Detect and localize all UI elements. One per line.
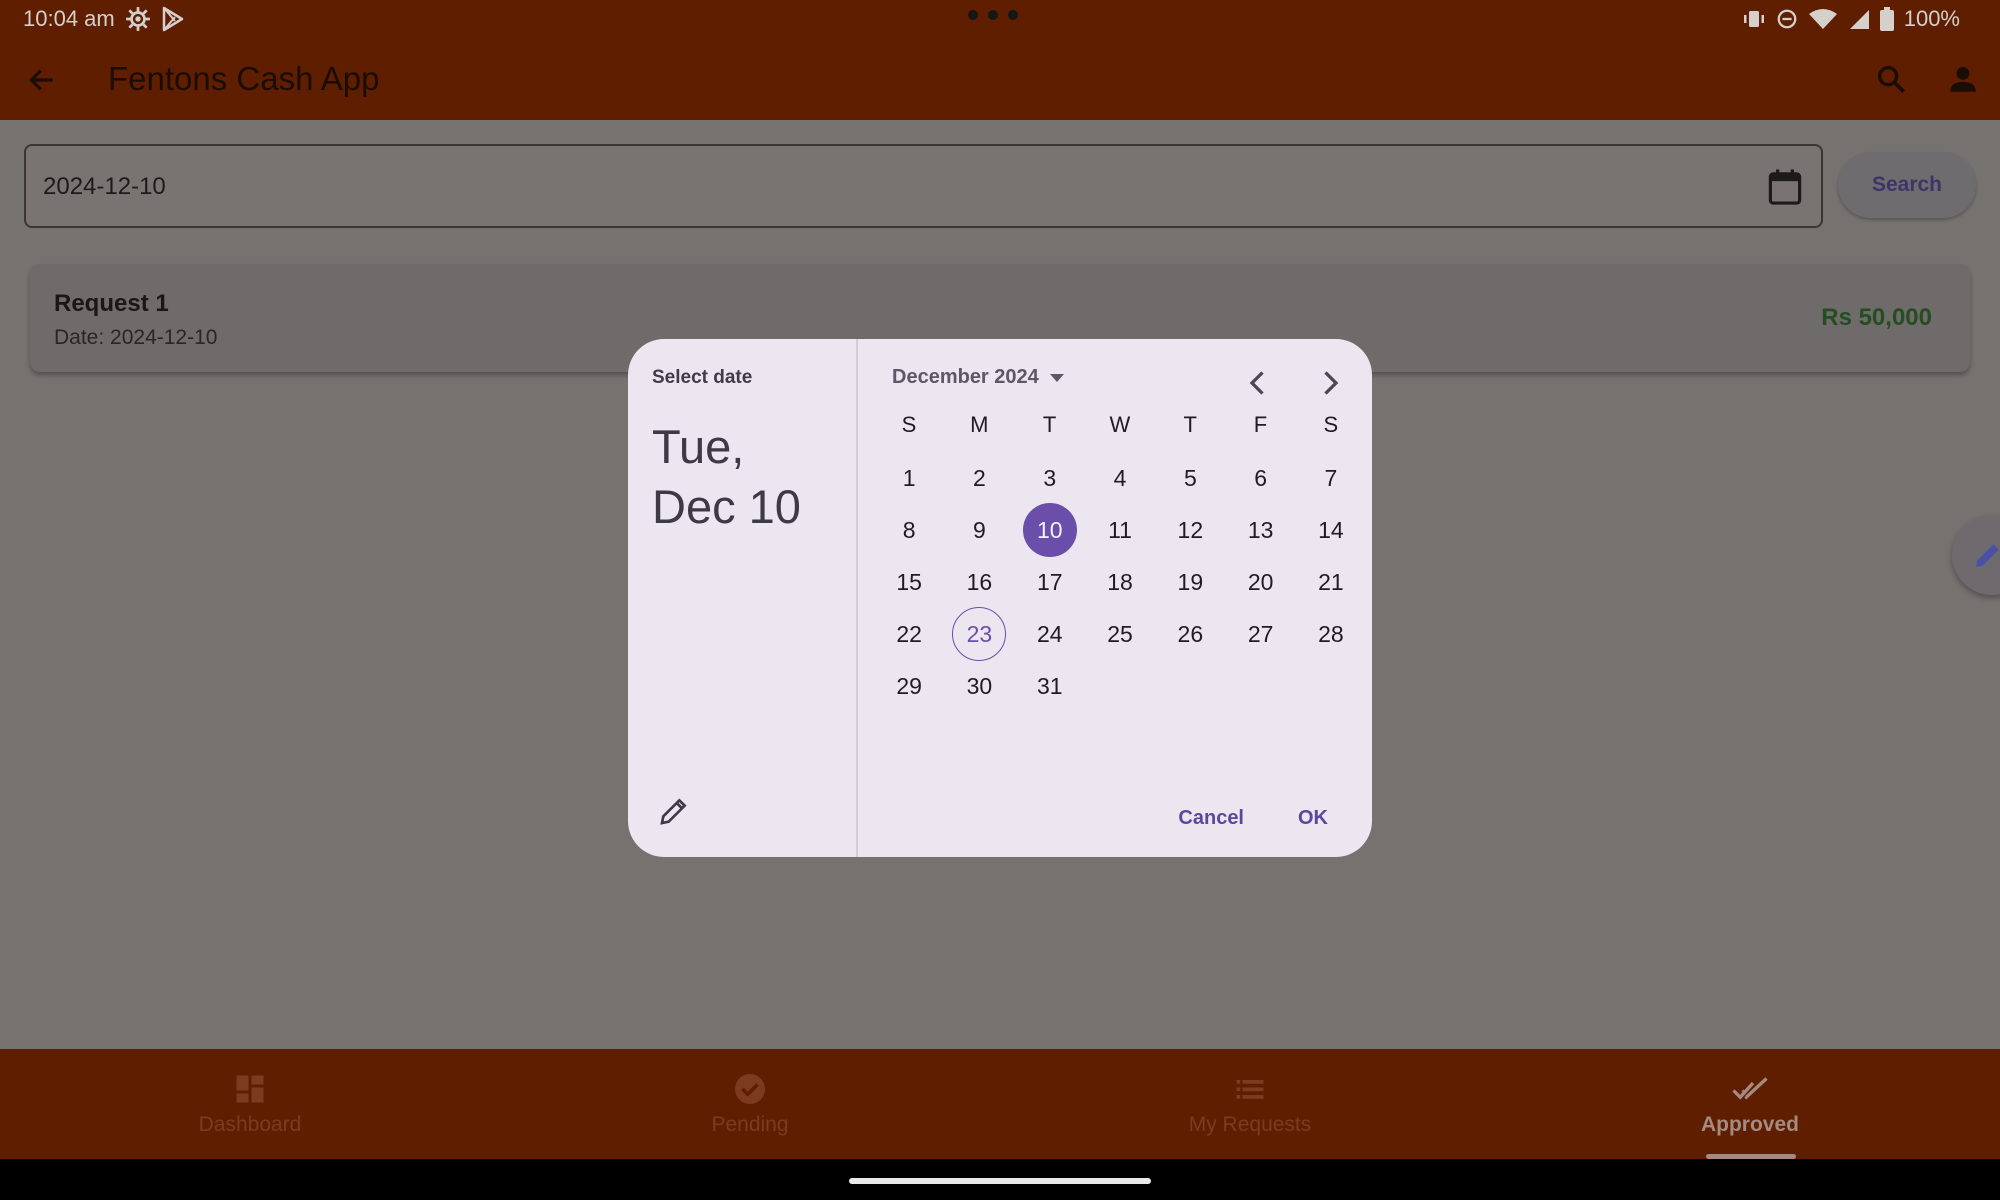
pencil-icon[interactable]: [658, 795, 690, 827]
nav-my-requests[interactable]: My Requests: [1000, 1049, 1500, 1159]
headline-weekday: Tue,: [652, 420, 745, 473]
calendar-day[interactable]: 20: [1234, 555, 1288, 609]
calendar-day[interactable]: 3: [1023, 451, 1077, 505]
calendar-day[interactable]: 29: [882, 659, 936, 713]
nav-approved[interactable]: Approved: [1500, 1049, 2000, 1159]
calendar-icon[interactable]: [1767, 168, 1803, 206]
calendar-day[interactable]: 4: [1093, 451, 1147, 505]
calendar-day[interactable]: 11: [1093, 503, 1147, 557]
dashboard-icon: [236, 1075, 264, 1103]
weekday-header: F: [1253, 412, 1268, 437]
vibrate-icon: [1743, 11, 1764, 27]
bottom-navigation: Dashboard Pending My Requests Approved: [0, 1049, 2000, 1159]
calendar-day[interactable]: 8: [882, 503, 936, 557]
signal-icon: [1849, 10, 1869, 29]
clock: 10:04 am: [23, 6, 115, 31]
calendar-day[interactable]: 18: [1093, 555, 1147, 609]
nav-label-approved: Approved: [1700, 1113, 1799, 1136]
status-bar: 10:04 am 100%: [0, 0, 2000, 38]
battery-percent: 100%: [1903, 6, 1960, 31]
app-bar: Fentons Cash App: [0, 38, 2000, 120]
calendar-day[interactable]: 12: [1163, 503, 1217, 557]
month-year-label: December 2024: [892, 366, 1039, 388]
request-title: Request 1: [54, 290, 169, 317]
search-icon[interactable]: [1874, 62, 1908, 96]
date-filter-field[interactable]: 2024-12-10: [24, 144, 1823, 228]
weekday-header: W: [1109, 412, 1131, 437]
calendar-day[interactable]: 26: [1163, 607, 1217, 661]
do-not-disturb-icon: [1777, 9, 1797, 29]
cancel-button[interactable]: Cancel: [1178, 807, 1244, 830]
date-filter-value: 2024-12-10: [43, 173, 166, 200]
nav-dashboard[interactable]: Dashboard: [0, 1049, 500, 1159]
calendar-day[interactable]: 17: [1023, 555, 1077, 609]
calendar-day[interactable]: 24: [1023, 607, 1077, 661]
calendar-day[interactable]: 27: [1234, 607, 1288, 661]
calendar-day-today[interactable]: 23: [952, 607, 1007, 661]
edit-fab[interactable]: [1952, 515, 2000, 595]
home-handle[interactable]: [849, 1178, 1151, 1184]
calendar-day[interactable]: 2: [952, 451, 1006, 505]
wifi-icon: [1808, 9, 1837, 29]
ok-button[interactable]: OK: [1298, 807, 1328, 830]
profile-icon[interactable]: [1946, 62, 1980, 96]
weekday-header: S: [1323, 412, 1339, 437]
back-arrow-icon[interactable]: [26, 64, 58, 96]
calendar-day[interactable]: 1: [882, 451, 936, 505]
calendar-day[interactable]: 15: [882, 555, 936, 609]
calendar-day[interactable]: 30: [952, 659, 1006, 713]
dialog-label: Select date: [652, 367, 753, 388]
calendar-day[interactable]: 13: [1234, 503, 1288, 557]
nav-label-dashboard: Dashboard: [198, 1113, 302, 1136]
dropdown-arrow-icon: [1049, 373, 1064, 382]
gesture-bar: [0, 1159, 2000, 1200]
list-icon: [1236, 1080, 1264, 1099]
dialog-actions: Cancel OK: [1178, 807, 1328, 830]
request-date: Date: 2024-12-10: [54, 326, 218, 349]
battery-icon: [1879, 7, 1894, 31]
chevron-right-icon[interactable]: [1312, 365, 1348, 401]
camera-dots: [968, 10, 1018, 20]
calendar-day[interactable]: 9: [952, 503, 1006, 557]
weekday-header: T: [1042, 412, 1057, 437]
chevron-left-icon[interactable]: [1240, 365, 1276, 401]
calendar-day[interactable]: 6: [1234, 451, 1288, 505]
weekday-header: S: [901, 412, 917, 437]
search-button[interactable]: Search: [1838, 152, 1976, 218]
weekday-header: M: [970, 412, 989, 437]
done-all-icon: [1732, 1077, 1768, 1100]
nav-pending[interactable]: Pending: [500, 1049, 1000, 1159]
weekday-header: T: [1183, 412, 1197, 437]
nav-label-pending: Pending: [711, 1113, 789, 1136]
calendar-day[interactable]: 16: [952, 555, 1006, 609]
calendar-day[interactable]: 7: [1304, 451, 1358, 505]
calendar-day[interactable]: 19: [1163, 555, 1217, 609]
pencil-icon: [1976, 544, 1999, 567]
calendar-day[interactable]: 28: [1304, 607, 1358, 661]
calendar-day[interactable]: 25: [1093, 607, 1147, 661]
calendar-day[interactable]: 31: [1023, 659, 1077, 713]
play-store-icon: [162, 6, 183, 32]
app-title: Fentons Cash App: [108, 60, 380, 97]
check-circle-icon: [735, 1074, 765, 1104]
calendar-day-selected[interactable]: 10: [1022, 503, 1077, 557]
calendar-day[interactable]: 14: [1304, 503, 1358, 557]
request-amount: Rs 50,000: [1821, 304, 1932, 331]
calendar-day[interactable]: 5: [1163, 451, 1217, 505]
calendar-day[interactable]: 22: [882, 607, 936, 661]
nav-label-my-requests: My Requests: [1188, 1113, 1312, 1136]
month-year-selector[interactable]: December 2024: [892, 366, 1065, 389]
headline-date: Dec 10: [652, 480, 801, 533]
selected-date-headline: Tue, Dec 10: [652, 417, 852, 537]
settings-icon: [125, 7, 150, 31]
calendar-day[interactable]: 21: [1304, 555, 1358, 609]
dialog-divider: [856, 339, 858, 857]
date-picker-dialog: Select date Tue, Dec 10 December 2024 S M…: [628, 339, 1372, 857]
